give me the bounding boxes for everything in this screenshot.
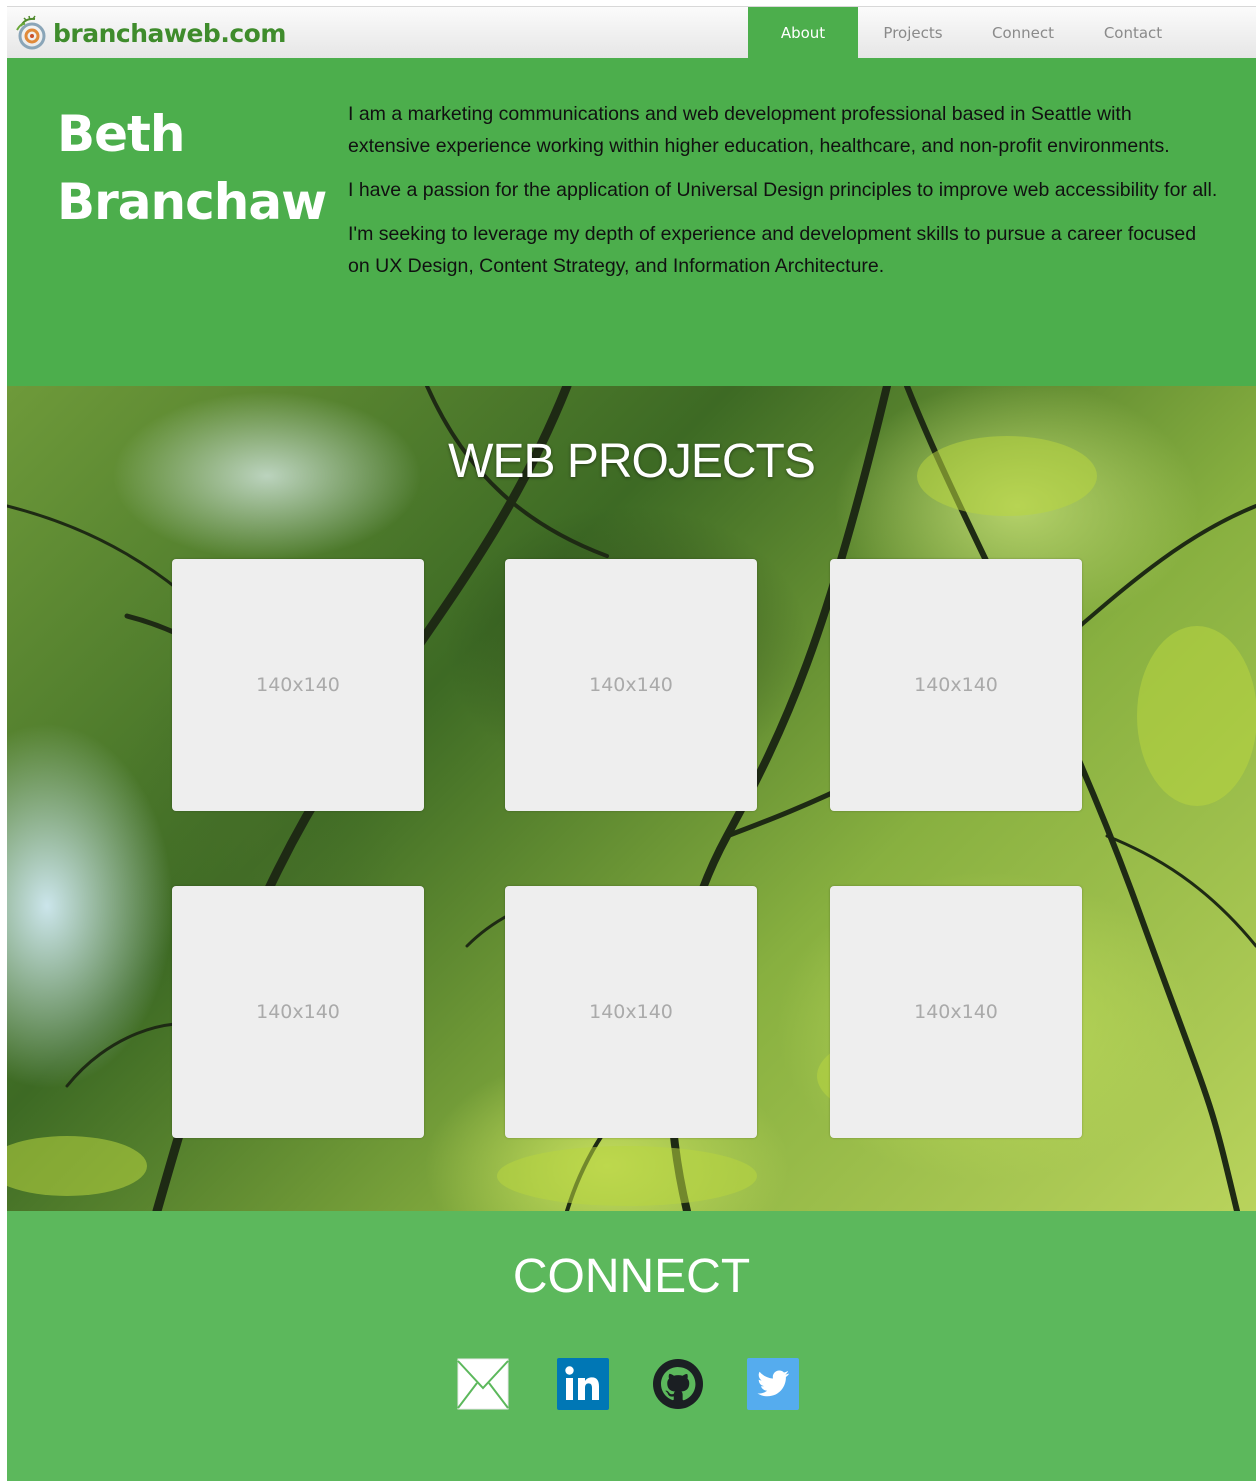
name-first: Beth — [57, 105, 186, 163]
brand-name: branchaweb.com — [53, 18, 286, 48]
person-name: Beth Branchaw — [57, 100, 327, 236]
nav-about[interactable]: About — [748, 7, 858, 59]
project-thumbnail[interactable]: 140x140 — [172, 559, 424, 811]
bio-paragraph: I'm seeking to leverage my depth of expe… — [348, 223, 1197, 277]
project-thumbnail[interactable]: 140x140 — [830, 886, 1082, 1138]
github-icon[interactable] — [652, 1358, 704, 1410]
branch-swirl-logo-icon — [16, 15, 46, 50]
email-icon[interactable] — [457, 1358, 509, 1410]
twitter-icon[interactable] — [747, 1358, 799, 1410]
bio-paragraph: I am a marketing communications and web … — [348, 103, 1170, 157]
project-thumbnail[interactable]: 140x140 — [172, 886, 424, 1138]
nav-connect[interactable]: Connect — [968, 7, 1078, 59]
nav-contact[interactable]: Contact — [1078, 7, 1188, 59]
projects-title: WEB PROJECTS — [448, 435, 816, 488]
projects-section: WEB PROJECTS 140x140 140x140 140x140 140… — [7, 386, 1256, 1211]
connect-title: CONNECT — [512, 1250, 751, 1303]
name-last: Branchaw — [57, 173, 327, 231]
project-thumbnail[interactable]: 140x140 — [830, 559, 1082, 811]
project-thumbnail[interactable]: 140x140 — [505, 886, 757, 1138]
project-thumbnail[interactable]: 140x140 — [505, 559, 757, 811]
bio: I am a marketing communications and web … — [348, 98, 1218, 294]
linkedin-icon[interactable] — [557, 1358, 609, 1410]
page: branchaweb.com About Projects Connect Co… — [7, 6, 1256, 1481]
brand[interactable]: branchaweb.com — [11, 11, 286, 55]
bio-paragraph: I have a passion for the application of … — [348, 179, 1218, 201]
main-nav: About Projects Connect Contact — [748, 7, 1188, 59]
connect-section: CONNECT — [7, 1211, 1256, 1481]
about-section: Beth Branchaw I am a marketing communica… — [7, 58, 1256, 386]
navbar: branchaweb.com About Projects Connect Co… — [7, 6, 1256, 59]
nav-projects[interactable]: Projects — [858, 7, 968, 59]
